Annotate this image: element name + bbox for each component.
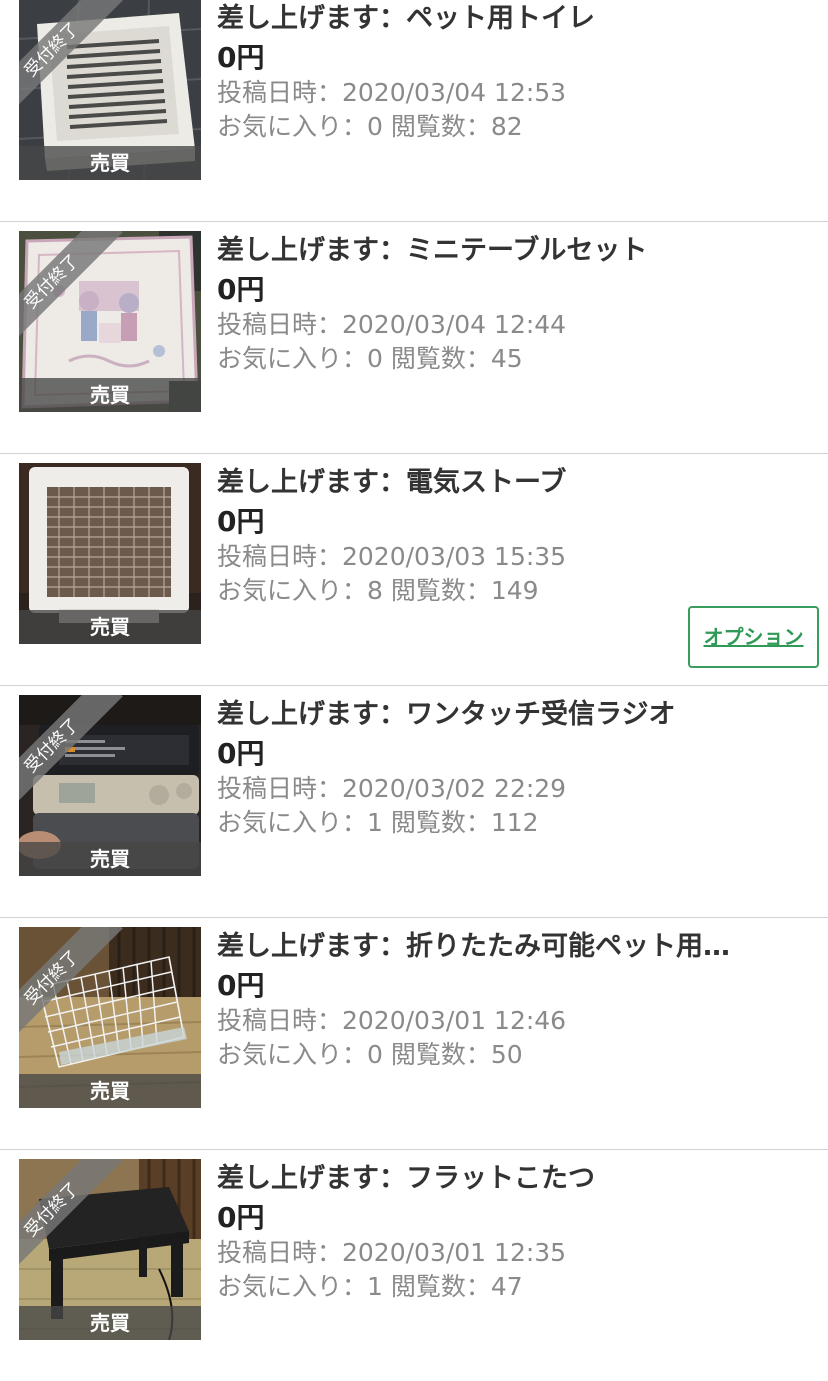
item-price: 0円 — [217, 41, 265, 74]
trade-type-badge: 売買 — [19, 610, 201, 644]
item-price: 0円 — [217, 1201, 265, 1234]
item-stats: お気に入り：0 閲覧数：45 — [217, 344, 523, 373]
item-posted-date: 投稿日時：2020/03/04 12:53 — [217, 78, 567, 107]
item-posted-date: 投稿日時：2020/03/04 12:44 — [217, 310, 567, 339]
item-thumbnail[interactable]: 受付終了 売買 — [19, 927, 201, 1108]
item-title[interactable]: 差し上げます：ミニテーブルセット — [217, 232, 792, 270]
option-button[interactable]: オプション — [688, 606, 819, 668]
item-title[interactable]: 差し上げます：ワンタッチ受信ラジオ — [217, 696, 792, 734]
item-price: 0円 — [217, 969, 265, 1002]
item-thumbnail[interactable]: 売買 — [19, 463, 201, 644]
item-price: 0円 — [217, 737, 265, 770]
item-title[interactable]: 差し上げます：ペット用トイレ — [217, 0, 792, 38]
list-item[interactable]: 受付終了 売買 差し上げます：ペット用トイレ 0円 投稿日時：2020/03/0… — [0, 0, 828, 221]
trade-type-badge: 売買 — [19, 146, 201, 180]
item-title[interactable]: 差し上げます：折りたたみ可能ペット用… — [217, 928, 792, 966]
list-item[interactable]: 受付終了 売買 差し上げます：折りたたみ可能ペット用… 0円 投稿日時：2020… — [0, 917, 828, 1149]
trade-type-badge: 売買 — [19, 1074, 201, 1108]
item-price: 0円 — [217, 273, 265, 306]
item-thumbnail[interactable]: 受付終了 売買 — [19, 1159, 201, 1340]
item-thumbnail[interactable]: 受付終了 売買 — [19, 231, 201, 412]
list-item[interactable]: 受付終了 売買 差し上げます：フラットこたつ 0円 投稿日時：2020/03/0… — [0, 1149, 828, 1381]
list-item[interactable]: 受付終了 売買 差し上げます：ワンタッチ受信ラジオ 0円 投稿日時：2020/0… — [0, 685, 828, 917]
item-stats: お気に入り：0 閲覧数：82 — [217, 112, 523, 141]
list-item[interactable]: 受付終了 売買 差し上げます：ミニテーブルセット 0円 投稿日時：2020/03… — [0, 221, 828, 453]
trade-type-badge: 売買 — [19, 378, 201, 412]
item-thumbnail[interactable]: 受付終了 売買 — [19, 695, 201, 876]
item-stats: お気に入り：1 閲覧数：47 — [217, 1272, 523, 1301]
item-title[interactable]: 差し上げます：電気ストーブ — [217, 464, 792, 502]
trade-type-badge: 売買 — [19, 842, 201, 876]
item-posted-date: 投稿日時：2020/03/02 22:29 — [217, 774, 567, 803]
trade-type-badge: 売買 — [19, 1306, 201, 1340]
item-stats: お気に入り：8 閲覧数：149 — [217, 576, 539, 605]
listing-list: 受付終了 売買 差し上げます：ペット用トイレ 0円 投稿日時：2020/03/0… — [0, 0, 828, 1381]
item-stats: お気に入り：0 閲覧数：50 — [217, 1040, 523, 1069]
item-price: 0円 — [217, 505, 265, 538]
item-title[interactable]: 差し上げます：フラットこたつ — [217, 1160, 792, 1198]
list-item[interactable]: 売買 差し上げます：電気ストーブ 0円 投稿日時：2020/03/03 15:3… — [0, 453, 828, 685]
item-posted-date: 投稿日時：2020/03/01 12:46 — [217, 1006, 567, 1035]
item-thumbnail[interactable]: 受付終了 売買 — [19, 0, 201, 180]
item-posted-date: 投稿日時：2020/03/01 12:35 — [217, 1238, 567, 1267]
item-posted-date: 投稿日時：2020/03/03 15:35 — [217, 542, 567, 571]
item-stats: お気に入り：1 閲覧数：112 — [217, 808, 539, 837]
